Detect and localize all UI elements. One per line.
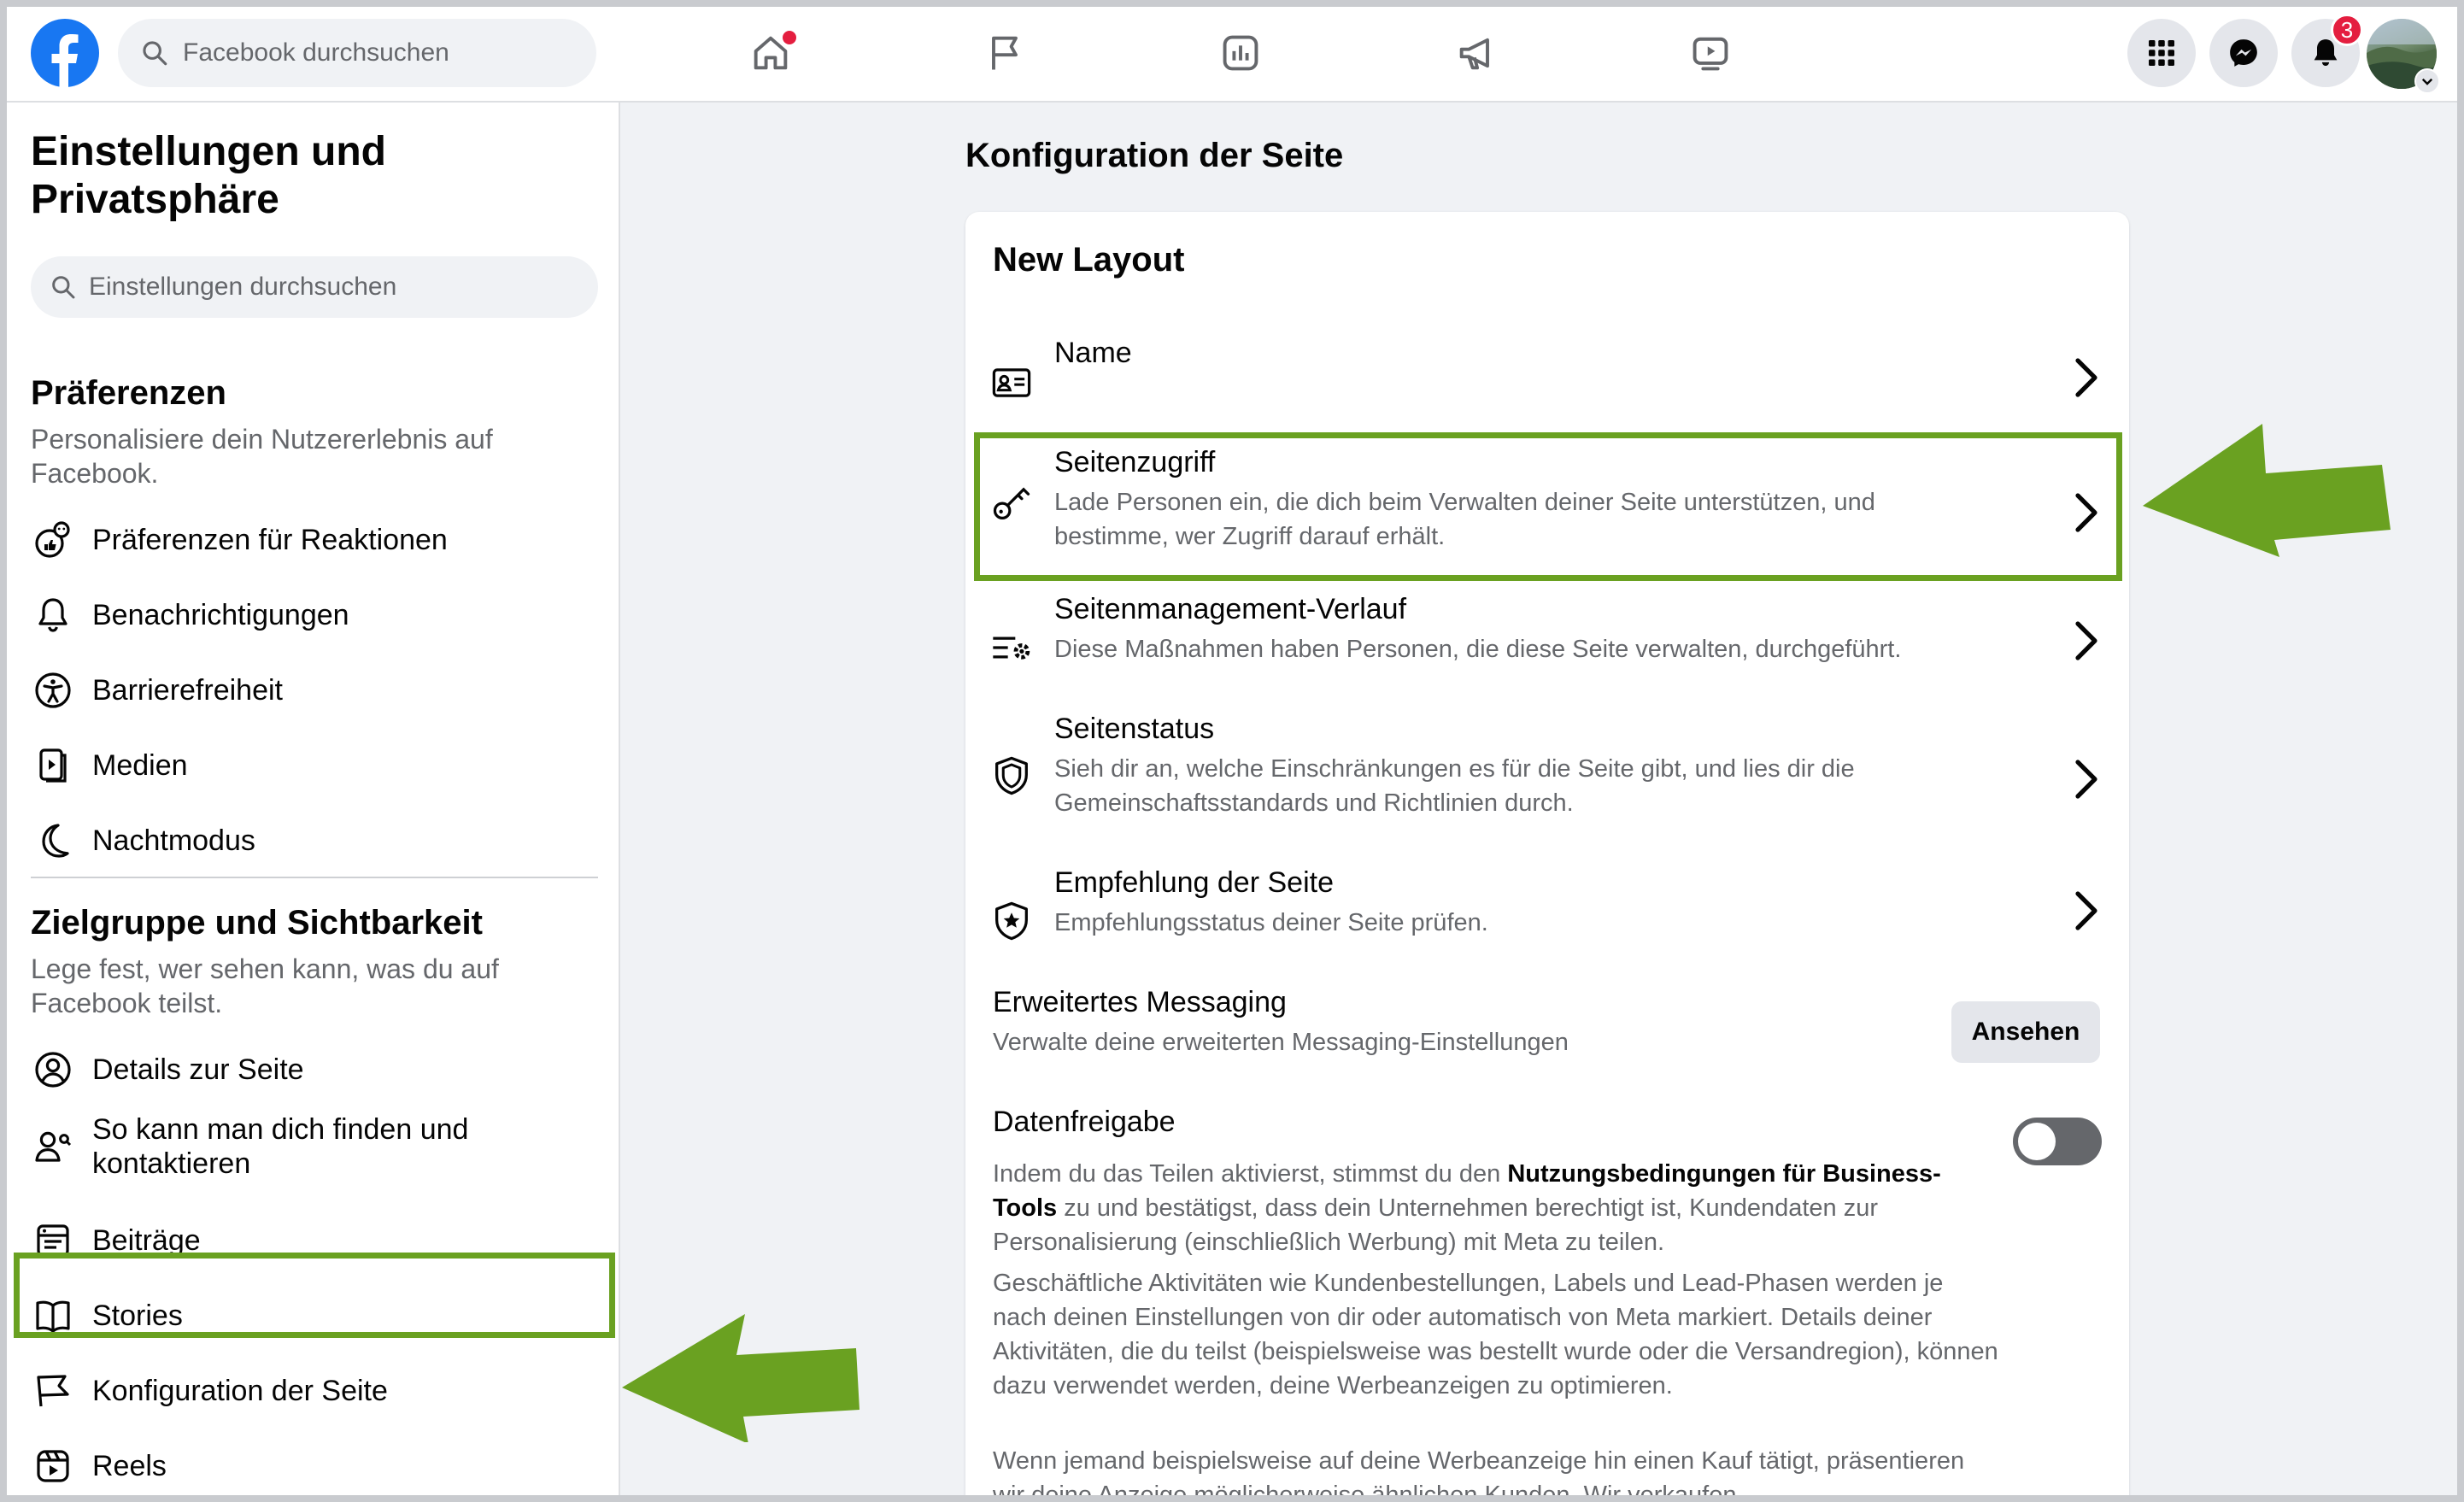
sidebar-item-reels[interactable]: Reels: [31, 1432, 598, 1495]
sidebar-item-page-setup[interactable]: Konfiguration der Seite: [31, 1357, 598, 1425]
sidebar-item-dark-mode[interactable]: Nachtmodus: [31, 807, 598, 875]
flag-icon: [37, 1375, 69, 1407]
video-icon: [1693, 37, 1728, 71]
row-subtitle: Diese Maßnahmen haben Personen, die dies…: [1054, 636, 1902, 663]
sidebar-item-label: Nachtmodus: [92, 824, 255, 857]
flag-icon: [992, 36, 1018, 70]
accessibility-icon: [35, 672, 71, 708]
highlight-box-page-access: [974, 432, 2122, 581]
section-heading-preferences: Präferenzen: [31, 374, 226, 412]
green-arrow-sidebar-icon: [622, 1314, 859, 1442]
sidebar-item-label: Medien: [92, 749, 188, 782]
notifications-button[interactable]: 3: [2291, 14, 2363, 87]
highlight-box-sidebar: [14, 1253, 615, 1338]
sidebar-item-label: Details zur Seite: [92, 1053, 304, 1086]
paragraph-text: zu und bestätigst, dass dein Unternehmen…: [993, 1194, 1879, 1256]
browser-frame: Facebook durchsuchen 3 Einstellungen und…: [0, 0, 2464, 1502]
section-subtitle-audience: Lege fest, wer sehen kann, was du auf Fa…: [31, 953, 499, 1018]
sidebar-item-label: Benachrichtigungen: [92, 599, 349, 631]
search-icon: [143, 41, 167, 66]
settings-search-input[interactable]: Einstellungen durchsuchen: [31, 256, 598, 318]
profile-icon: [35, 1052, 71, 1088]
sidebar-item-media[interactable]: Medien: [31, 731, 598, 800]
moon-icon: [42, 824, 69, 858]
nav-video[interactable]: [1683, 26, 1738, 80]
sidebar-item-accessibility[interactable]: Barrierefreiheit: [31, 656, 598, 725]
media-icon: [39, 748, 67, 783]
sidebar-item-reaction-preferences[interactable]: Präferenzen für Reaktionen: [31, 506, 598, 574]
insights-icon: [1223, 35, 1258, 71]
sidebar-item-label: Reels: [92, 1450, 167, 1482]
id-card-icon: [992, 368, 1031, 397]
menu-grid-icon: [2149, 40, 2174, 66]
row-title: Empfehlung der Seite: [1054, 866, 1334, 899]
row-subtitle: Sieh dir an, welche Einschränkungen es f…: [1054, 755, 1855, 817]
notification-count-badge: 3: [2331, 14, 2363, 46]
shield-icon: [995, 756, 1028, 795]
account-menu-toggle[interactable]: [2414, 68, 2440, 94]
sidebar-item-label: Konfiguration der Seite: [92, 1375, 388, 1407]
row-title: Name: [1054, 337, 1132, 369]
find-contact-icon: [35, 1131, 72, 1162]
green-arrow-main-icon: [2143, 424, 2391, 557]
home-notification-dot: [783, 31, 796, 44]
menu-button[interactable]: [2127, 19, 2196, 87]
data-sharing-paragraph-3: Wenn jemand beispielsweise auf deine Wer…: [993, 1447, 1965, 1502]
facebook-search-input[interactable]: Facebook durchsuchen: [118, 19, 596, 87]
sidebar-item-page-details[interactable]: Details zur Seite: [31, 1036, 598, 1104]
section-heading-audience: Zielgruppe und Sichtbarkeit: [31, 904, 483, 942]
section-subtitle-preferences: Personalisiere dein Nutzererlebnis auf F…: [31, 424, 493, 489]
row-subtitle: Empfehlungsstatus deiner Seite prüfen.: [1054, 909, 1488, 936]
messenger-icon: [2230, 39, 2257, 67]
chevron-right-icon: [2075, 621, 2097, 660]
messenger-button[interactable]: [2209, 19, 2278, 87]
row-page-recommendation[interactable]: Empfehlung der Seite Empfehlungsstatus d…: [965, 866, 2129, 977]
chevron-right-icon: [2075, 891, 2097, 930]
megaphone-icon: [1459, 38, 1489, 70]
sidebar-divider: [31, 877, 598, 878]
facebook-logo-icon[interactable]: [31, 19, 99, 87]
nav-ads[interactable]: [1449, 26, 1504, 80]
view-messaging-button[interactable]: Ansehen: [1951, 1001, 2100, 1063]
top-navigation-bar: Facebook durchsuchen 3: [7, 7, 2457, 103]
card-heading: New Layout: [993, 241, 1185, 279]
sidebar-item-label: So kann man dich finden und kontaktieren: [92, 1113, 469, 1180]
paragraph-text: Indem du das Teilen aktivierst, stimmst …: [993, 1160, 1508, 1188]
search-placeholder: Facebook durchsuchen: [183, 38, 449, 67]
sidebar-item-label: Präferenzen für Reaktionen: [92, 524, 448, 556]
reels-icon: [37, 1450, 69, 1482]
chevron-right-icon: [2075, 760, 2097, 799]
page-title: Konfiguration der Seite: [965, 137, 1344, 174]
row-name[interactable]: Name: [965, 320, 2129, 439]
row-title: Datenfreigabe: [993, 1106, 1176, 1138]
settings-card: New Layout Name Seitenzugriff Lade Perso…: [965, 212, 2129, 1502]
chevron-down-icon: [2421, 78, 2433, 85]
reactions-icon: [35, 521, 70, 558]
settings-search-placeholder: Einstellungen durchsuchen: [89, 273, 397, 301]
bell-icon: [38, 598, 67, 632]
toggle-knob: [2018, 1123, 2056, 1160]
row-data-sharing: Datenfreigabe: [965, 1106, 2129, 1157]
row-title: Seitenmanagement-Verlauf: [1054, 593, 1407, 625]
chevron-right-icon: [2075, 358, 2097, 397]
nav-home[interactable]: [743, 26, 798, 80]
list-gear-icon: [993, 637, 1030, 660]
shield-star-icon: [995, 901, 1028, 941]
nav-insights[interactable]: [1213, 26, 1268, 80]
row-page-management-history[interactable]: Seitenmanagement-Verlauf Diese Maßnahmen…: [965, 593, 2129, 713]
row-title: Seitenstatus: [1054, 713, 1215, 745]
nav-pages[interactable]: [977, 26, 1032, 80]
row-subtitle: Verwalte deine erweiterten Messaging-Ein…: [993, 1029, 1569, 1056]
sidebar-item-label: Barrierefreiheit: [92, 674, 283, 707]
sidebar-item-find-contact[interactable]: So kann man dich finden und kontaktieren: [31, 1104, 598, 1189]
row-page-status[interactable]: Seitenstatus Sieh dir an, welche Einschr…: [965, 713, 2129, 858]
data-sharing-toggle[interactable]: [2013, 1118, 2102, 1165]
data-sharing-paragraph-1: Indem du das Teilen aktivierst, stimmst …: [993, 1157, 2001, 1259]
sidebar-title: Einstellungen und Privatsphäre: [31, 129, 386, 222]
sidebar-item-notifications[interactable]: Benachrichtigungen: [31, 581, 598, 649]
search-icon: [52, 276, 75, 299]
row-title: Erweitertes Messaging: [993, 986, 1287, 1018]
data-sharing-paragraph-2: Geschäftliche Aktivitäten wie Kundenbest…: [993, 1270, 1998, 1399]
